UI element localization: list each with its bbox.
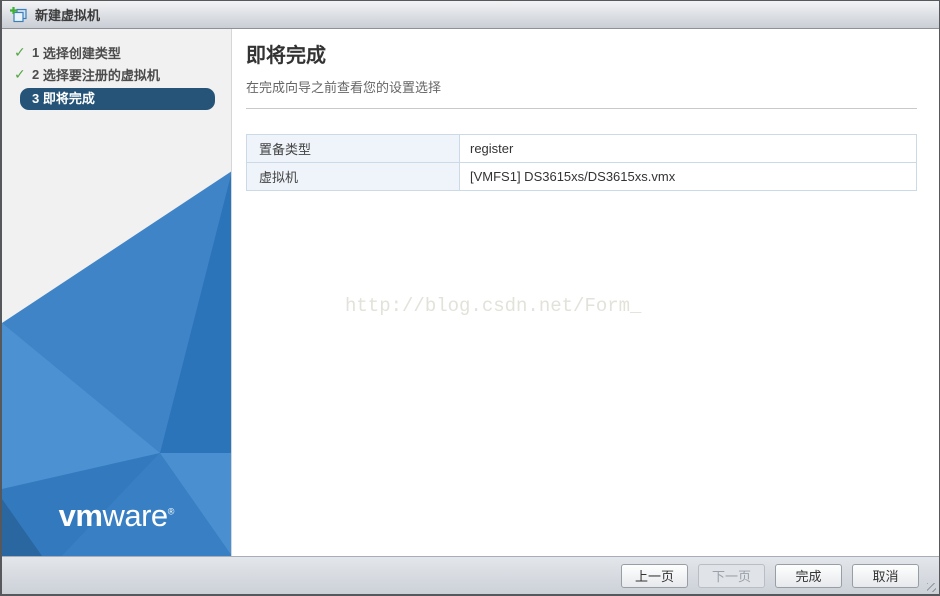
- check-icon: ✓: [14, 65, 26, 82]
- wizard-content: 即将完成 在完成向导之前查看您的设置选择 置备类型 register 虚拟机 […: [232, 29, 939, 556]
- provision-type-value: register: [459, 134, 917, 163]
- footer-bar: 上一页 下一页 完成 取消: [2, 556, 939, 594]
- table-row: 置备类型 register: [246, 134, 917, 163]
- wizard-step-3[interactable]: 3 即将完成: [20, 88, 215, 110]
- wizard-step-2[interactable]: ✓ 2 选择要注册的虚拟机: [2, 63, 231, 85]
- header-divider: [246, 108, 917, 109]
- step-label: 选择创建类型: [42, 45, 121, 61]
- vmware-logo: vmware®: [58, 498, 175, 533]
- step-label: 即将完成: [42, 91, 95, 106]
- new-vm-wizard-window: 新建虚拟机 ✓ 1 选择创建类型 ✓ 2 选择要注册的虚拟机 3 即将完成 vm…: [0, 0, 940, 596]
- wizard-steps-sidebar: ✓ 1 选择创建类型 ✓ 2 选择要注册的虚拟机 3 即将完成 vmware®: [2, 29, 232, 556]
- next-button: 下一页: [698, 563, 765, 588]
- summary-table: 置备类型 register 虚拟机 [VMFS1] DS3615xs/DS361…: [246, 134, 917, 191]
- check-icon: ✓: [14, 43, 26, 60]
- finish-button[interactable]: 完成: [775, 563, 842, 588]
- table-row: 虚拟机 [VMFS1] DS3615xs/DS3615xs.vmx: [246, 162, 917, 191]
- titlebar: 新建虚拟机: [2, 1, 939, 29]
- page-title: 即将完成: [246, 45, 326, 67]
- wizard-step-1[interactable]: ✓ 1 选择创建类型: [2, 41, 231, 63]
- step-number: 1: [32, 44, 40, 60]
- provision-type-label: 置备类型: [246, 134, 460, 163]
- resize-handle[interactable]: [927, 583, 936, 592]
- cancel-button[interactable]: 取消: [852, 563, 919, 588]
- step-label: 选择要注册的虚拟机: [42, 67, 160, 83]
- previous-button[interactable]: 上一页: [621, 563, 688, 588]
- vm-label: 虚拟机: [246, 162, 460, 191]
- wizard-steps: ✓ 1 选择创建类型 ✓ 2 选择要注册的虚拟机 3 即将完成: [2, 29, 231, 110]
- new-vm-icon: [10, 6, 28, 23]
- page-subtitle: 在完成向导之前查看您的设置选择: [246, 80, 442, 95]
- watermark-text: http://blog.csdn.net/Form_: [345, 295, 642, 317]
- vm-value: [VMFS1] DS3615xs/DS3615xs.vmx: [459, 162, 917, 191]
- window-title: 新建虚拟机: [35, 8, 101, 23]
- step-number: 2: [32, 66, 40, 82]
- wizard-body: ✓ 1 选择创建类型 ✓ 2 选择要注册的虚拟机 3 即将完成 vmware® …: [2, 29, 939, 556]
- step-number: 3: [32, 91, 40, 106]
